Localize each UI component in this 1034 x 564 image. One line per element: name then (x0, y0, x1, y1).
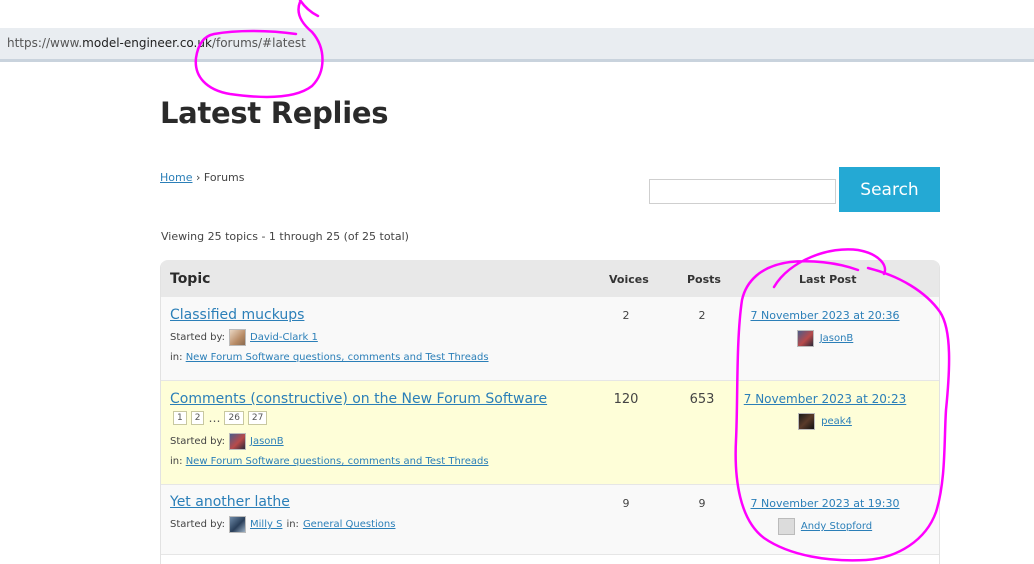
page-link[interactable]: 2 (190, 411, 205, 425)
topic-forum: in: New Forum Software questions, commen… (170, 352, 489, 363)
header-posts: Posts (687, 273, 721, 286)
table-row: Classified muckups Started by: David-Cla… (161, 297, 939, 381)
in-label: in: (170, 456, 183, 467)
page-link[interactable]: 26 (224, 411, 244, 425)
posts-count: 653 (689, 392, 715, 407)
table-header: Topic Voices Posts Last Post (161, 260, 939, 297)
breadcrumb: Home › Forums (160, 171, 245, 184)
posts-count: 9 (698, 497, 706, 510)
forum-link[interactable]: New Forum Software questions, comments a… (186, 456, 489, 467)
topic-pagination: 1 2 … 26 27 (173, 411, 268, 425)
voices-count: 120 (613, 392, 639, 407)
posts-count: 2 (698, 309, 706, 322)
address-bar[interactable]: https://www.model-engineer.co.uk/forums/… (0, 28, 1034, 62)
last-post-author: Andy Stopford (725, 518, 925, 535)
url-text[interactable]: https://www.model-engineer.co.uk/forums/… (7, 36, 306, 50)
topics-table: Topic Voices Posts Last Post Classified … (160, 260, 940, 564)
last-post-author-link[interactable]: peak4 (821, 416, 852, 427)
breadcrumb-separator: › (195, 171, 201, 184)
last-post-date-link[interactable]: 7 November 2023 at 20:23 (725, 392, 925, 406)
header-topic: Topic (170, 271, 211, 287)
url-path: /forums/#latest (211, 36, 306, 50)
author-link[interactable]: Milly S (250, 519, 282, 530)
avatar[interactable] (229, 329, 247, 346)
table-row: Yet another lathe Started by: Milly S in… (161, 485, 939, 555)
started-by-label: Started by: (170, 519, 226, 530)
last-post-author-link[interactable]: JasonB (820, 333, 854, 344)
breadcrumb-home-link[interactable]: Home (160, 171, 192, 184)
topic-started-by: Started by: David-Clark 1 (170, 329, 318, 346)
forum-link[interactable]: General Questions (303, 519, 396, 530)
header-last-post: Last Post (799, 273, 857, 286)
avatar[interactable] (777, 518, 795, 535)
url-prefix: https://www. (7, 36, 83, 50)
forum-link[interactable]: New Forum Software questions, comments a… (186, 352, 489, 363)
avatar[interactable] (229, 433, 247, 450)
last-post-date-link[interactable]: 7 November 2023 at 19:30 (725, 497, 925, 510)
avatar[interactable] (796, 330, 814, 347)
started-by-label: Started by: (170, 436, 226, 447)
author-link[interactable]: David-Clark 1 (250, 332, 318, 343)
topic-title-link[interactable]: Yet another lathe (170, 494, 290, 510)
voices-count: 2 (622, 309, 630, 322)
avatar[interactable] (229, 516, 247, 533)
page-ellipsis: … (208, 411, 221, 425)
topic-forum: in: New Forum Software questions, commen… (170, 456, 489, 467)
search-button[interactable]: Search (839, 167, 940, 212)
in-label: in: (286, 519, 299, 530)
search-input[interactable] (649, 179, 836, 204)
topic-title-link[interactable]: Classified muckups (170, 307, 304, 323)
last-post-author: JasonB (725, 330, 925, 347)
header-voices: Voices (609, 273, 649, 286)
topic-title-link[interactable]: Comments (constructive) on the New Forum… (170, 391, 547, 407)
topic-count-text: Viewing 25 topics - 1 through 25 (of 25 … (161, 230, 409, 243)
topic-started-by: Started by: Milly S in: General Question… (170, 516, 395, 533)
page-link[interactable]: 27 (247, 411, 268, 425)
table-row: Comments (constructive) on the New Forum… (161, 381, 939, 485)
voices-count: 9 (622, 497, 630, 510)
started-by-label: Started by: (170, 332, 226, 343)
in-label: in: (170, 352, 183, 363)
last-post-author: peak4 (725, 413, 925, 430)
page-link[interactable]: 1 (173, 411, 187, 425)
url-domain: model-engineer.co.uk (82, 36, 212, 50)
last-post-date-link[interactable]: 7 November 2023 at 20:36 (725, 309, 925, 322)
page-title: Latest Replies (160, 96, 389, 130)
breadcrumb-current: Forums (203, 171, 245, 184)
topic-started-by: Started by: JasonB (170, 433, 284, 450)
author-link[interactable]: JasonB (250, 436, 284, 447)
avatar[interactable] (798, 413, 816, 430)
last-post-author-link[interactable]: Andy Stopford (801, 521, 872, 532)
